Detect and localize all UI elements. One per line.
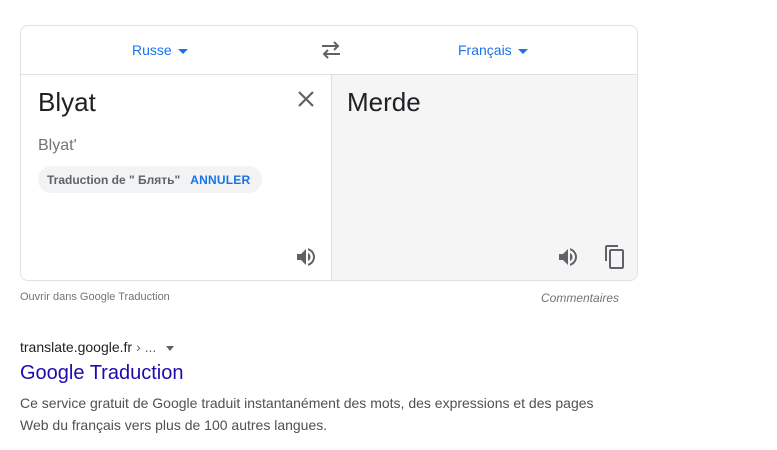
- snippet-line: Ce service gratuit de Google traduit ins…: [20, 395, 594, 411]
- snippet-line: Web du français vers plus de 100 autres …: [20, 417, 328, 433]
- source-language-label: Russe: [132, 42, 172, 58]
- target-language-label: Français: [458, 42, 512, 58]
- translate-card: Russe Français Blyat Blyat' Traduction d…: [20, 25, 638, 281]
- suggestion-suffix: ": [174, 172, 181, 187]
- translation-suggestion-chip: Traduction de " Блять " ANNULER: [38, 166, 262, 193]
- translation-output: Merde: [347, 87, 421, 117]
- feedback-link[interactable]: Commentaires: [541, 291, 619, 305]
- suggestion-word: Блять: [138, 172, 175, 187]
- undo-button[interactable]: ANNULER: [190, 173, 250, 187]
- source-language-selector[interactable]: Russe: [132, 42, 188, 58]
- breadcrumb-site[interactable]: translate.google.fr: [20, 339, 132, 355]
- language-bar: Russe Français: [21, 26, 637, 75]
- copy-icon[interactable]: [603, 244, 627, 270]
- breadcrumb-separator: › ...: [136, 339, 157, 355]
- target-pane: Merde: [331, 75, 637, 280]
- close-icon[interactable]: [296, 89, 316, 109]
- swap-languages-icon[interactable]: [320, 40, 342, 60]
- result-breadcrumb: translate.google.fr › ...: [20, 339, 175, 355]
- source-pane: Blyat Blyat' Traduction de " Блять " ANN…: [21, 75, 331, 280]
- transliteration: Blyat': [38, 137, 77, 154]
- speaker-icon[interactable]: [294, 245, 318, 269]
- open-in-translate-link[interactable]: Ouvrir dans Google Traduction: [20, 291, 170, 303]
- more-options-caret-icon[interactable]: [166, 345, 175, 351]
- suggestion-prefix: Traduction de ": [47, 172, 139, 187]
- result-snippet: Ce service gratuit de Google traduit ins…: [20, 392, 620, 436]
- target-language-selector[interactable]: Français: [458, 42, 528, 58]
- source-text-input[interactable]: Blyat: [38, 87, 96, 118]
- result-title-link[interactable]: Google Traduction: [20, 362, 183, 385]
- caret-down-icon: [517, 48, 528, 54]
- speaker-icon[interactable]: [556, 245, 580, 269]
- caret-down-icon: [177, 48, 188, 54]
